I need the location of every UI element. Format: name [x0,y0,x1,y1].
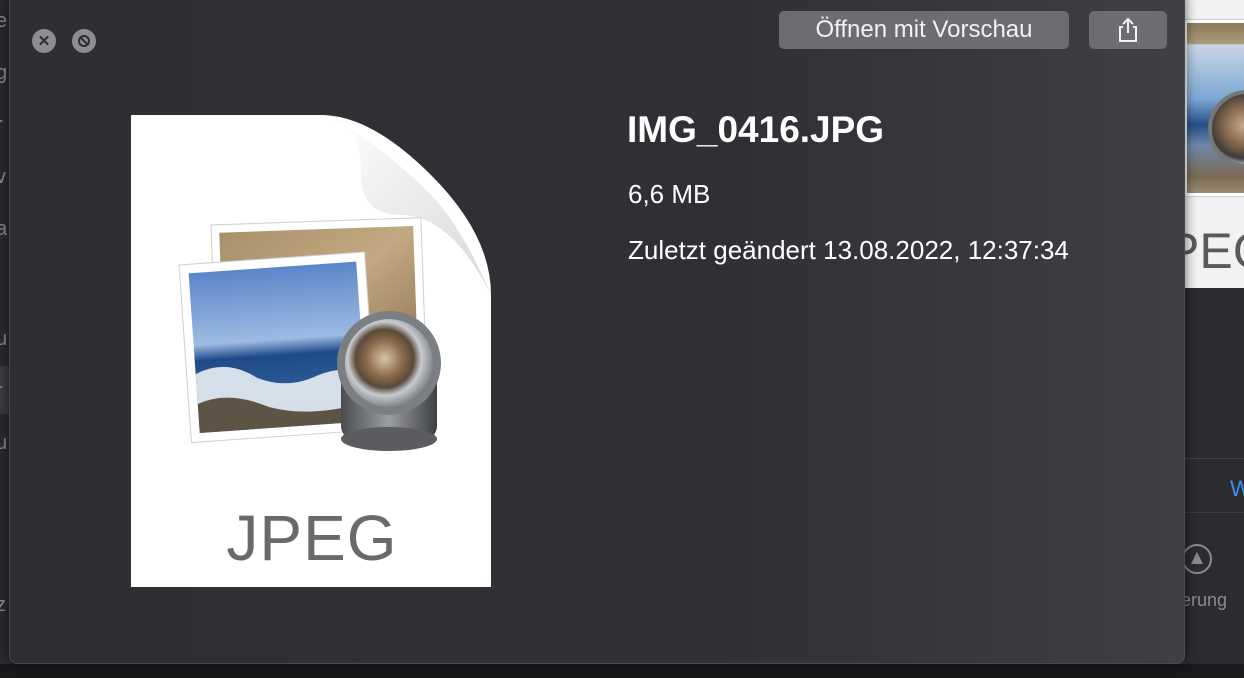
close-icon[interactable]: ✕ [32,29,56,53]
file-type-label: JPEG [226,502,398,574]
background-file-preview: PEG [1180,0,1244,288]
background-char: e [0,10,8,32]
share-button[interactable] [1089,11,1167,49]
background-char: g [0,62,8,84]
background-char: r [0,380,3,403]
background-char: v [0,166,6,188]
file-modified-date: Zuletzt geändert 13.08.2022, 12:37:34 [628,235,1069,265]
file-name: IMG_0416.JPG [627,109,885,150]
background-char: z [0,594,6,616]
share-icon [1119,17,1137,42]
jpeg-preview-icon: JPEG [131,115,493,589]
background-char: a [0,218,8,240]
background-label: tierung [1180,590,1228,610]
background-char: u [0,432,8,454]
background-link[interactable]: W [1230,476,1244,502]
open-with-preview-button[interactable]: Öffnen mit Vorschau [779,11,1069,49]
background-bottom-bar [0,664,1244,678]
background-file-label: PEG [1180,223,1244,279]
markup-icon[interactable] [1182,544,1212,574]
divider [1180,512,1244,513]
fullscreen-icon[interactable] [72,29,96,53]
quick-look-panel: ✕ Öffnen mit Vorschau JPEG IMG_0416.JPG … [9,0,1185,664]
file-size: 6,6 MB [628,179,711,209]
background-char: u [0,328,8,350]
divider [1180,458,1244,459]
background-window-right: PEG W tierung [1180,0,1244,678]
background-char: r [0,114,3,137]
